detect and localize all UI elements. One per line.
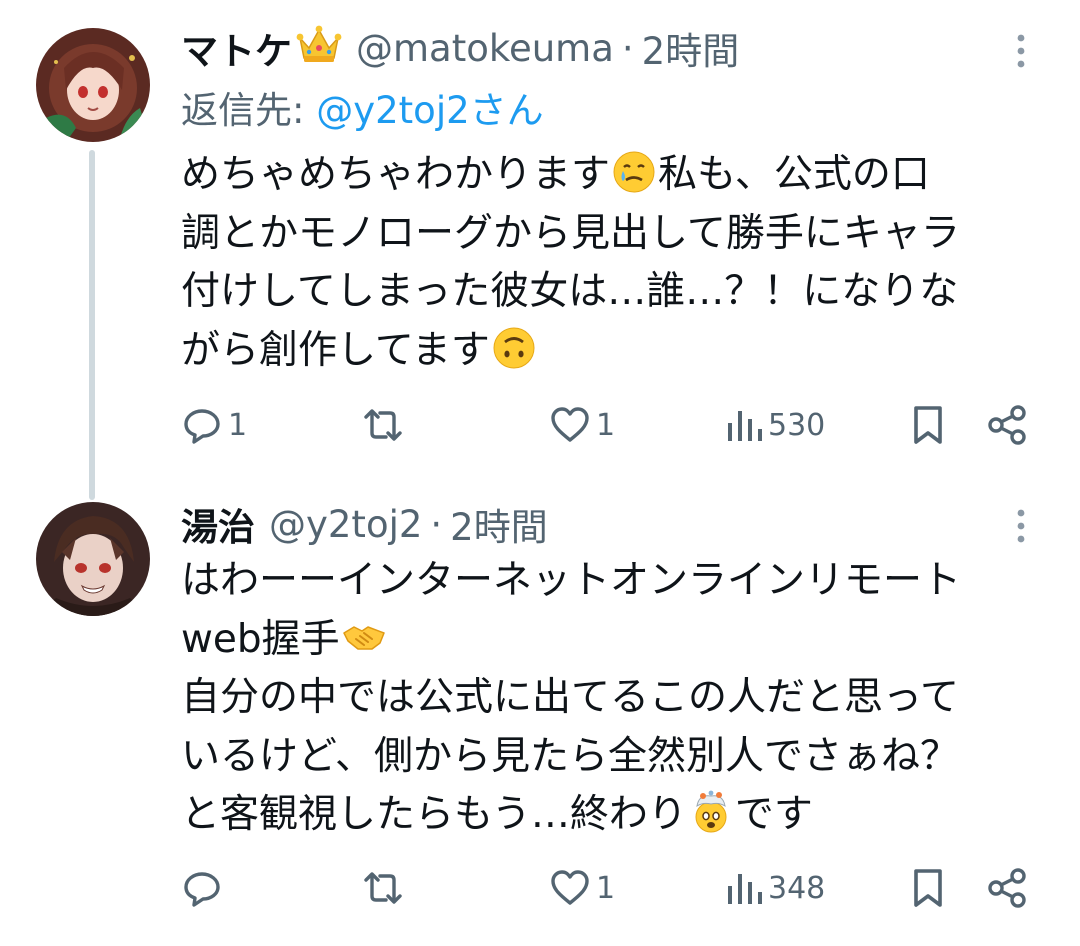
text-segment: web握手 [181, 616, 340, 662]
view-count: 348 [768, 870, 826, 906]
retweet-icon [360, 403, 406, 447]
bookmark-button[interactable] [908, 863, 948, 913]
retweet-icon [360, 866, 406, 910]
separator-dot: · [621, 26, 634, 70]
crown-icon [296, 24, 342, 73]
tweet-actions: 1 1 530 [180, 400, 1040, 450]
tweet-header: マトケ @matokeuma · 2時間 [181, 22, 739, 74]
share-button[interactable] [986, 400, 1030, 450]
exploding-head-emoji-icon [689, 790, 733, 834]
text-segment: です [734, 792, 813, 837]
tweet-y2toj2[interactable]: 湯治 @y2toj2 · 2時間 はわーーインターネットオンラインリモート we… [0, 500, 1080, 946]
tweet-text: はわーーインターネットオンラインリモート web握手 自分の中では公式に出てるこ… [181, 552, 1041, 845]
like-count: 1 [596, 407, 616, 443]
analytics-bars-icon [724, 866, 764, 910]
analytics-bars-icon [724, 403, 764, 447]
tweet-matokeuma[interactable]: マトケ @matokeuma · 2時間 返信先: @y2toj2さん めちゃめ… [0, 0, 1080, 500]
text-segment: めちゃめちゃわかります [181, 152, 611, 197]
like-button[interactable]: 1 [548, 863, 615, 913]
like-count: 1 [596, 870, 616, 906]
text-segment: がら創作してます [181, 327, 490, 373]
tweet-text-line: 付けしてしまった彼女は…誰…？！になりな [181, 269, 959, 314]
replying-to-label: 返信先: [181, 89, 305, 132]
heart-icon [548, 866, 592, 910]
upside-down-face-emoji-icon [492, 326, 536, 370]
reply-icon [180, 403, 224, 447]
tweet-text-line: めちゃめちゃわかります 私も、公式の口 [181, 146, 1041, 205]
thread-connector-line [89, 150, 95, 500]
display-name[interactable]: 湯治 [181, 497, 255, 551]
display-name[interactable]: マトケ [181, 21, 292, 75]
view-count: 530 [768, 407, 826, 443]
tweet-text-line: 自分の中では公式に出てるこの人だと思って [181, 675, 960, 720]
avatar-y2toj2[interactable] [36, 502, 150, 616]
tweet-text-line: いるけど、側から見たら全然別人でさぁね？ [181, 733, 960, 779]
avatar-matokeuma[interactable] [36, 28, 150, 142]
bookmark-icon [908, 403, 948, 447]
tweet-text-line: がら創作してます [181, 322, 1041, 381]
share-button[interactable] [986, 863, 1030, 913]
reply-icon [180, 866, 224, 910]
views-button[interactable]: 348 [724, 863, 825, 913]
reply-button[interactable] [180, 863, 228, 913]
like-button[interactable]: 1 [548, 400, 615, 450]
tweet-actions: 1 348 [180, 863, 1040, 913]
text-segment: 私も、公式の口 [658, 152, 930, 197]
tweet-text: めちゃめちゃわかります 私も、公式の口 調とかモノローグから見出して勝手にキャラ … [181, 146, 1041, 380]
user-handle[interactable]: @y2toj2 [269, 503, 422, 546]
views-button[interactable]: 530 [724, 400, 825, 450]
retweet-button[interactable] [360, 863, 410, 913]
more-options-icon[interactable] [1016, 509, 1026, 547]
share-icon [986, 866, 1030, 910]
smiling-tear-emoji-icon [612, 150, 656, 194]
heart-icon [548, 403, 592, 447]
timestamp[interactable]: 2時間 [450, 497, 548, 551]
tweet-text-line: はわーーインターネットオンラインリモート [181, 558, 962, 603]
replying-to: 返信先: @y2toj2さん [181, 80, 544, 134]
tweet-text-line: web握手 [181, 611, 1041, 670]
share-icon [986, 403, 1030, 447]
tweet-text-line: と客観視したらもう…終わり です [181, 786, 1041, 845]
timestamp[interactable]: 2時間 [642, 21, 740, 75]
user-handle[interactable]: @matokeuma [356, 27, 614, 70]
bookmark-button[interactable] [908, 400, 948, 450]
retweet-button[interactable] [360, 400, 410, 450]
handshake-emoji-icon [342, 615, 386, 659]
text-segment: と客観視したらもう…終わり [181, 792, 687, 837]
tweet-header: 湯治 @y2toj2 · 2時間 [181, 498, 548, 550]
bookmark-icon [908, 866, 948, 910]
reply-count: 1 [228, 407, 248, 443]
tweet-text-line: 調とかモノローグから見出して勝手にキャラ [181, 210, 960, 256]
reply-button[interactable]: 1 [180, 400, 247, 450]
reply-mention-link[interactable]: @y2toj2さん [316, 89, 543, 132]
more-options-icon[interactable] [1016, 34, 1026, 72]
separator-dot: · [430, 502, 443, 546]
